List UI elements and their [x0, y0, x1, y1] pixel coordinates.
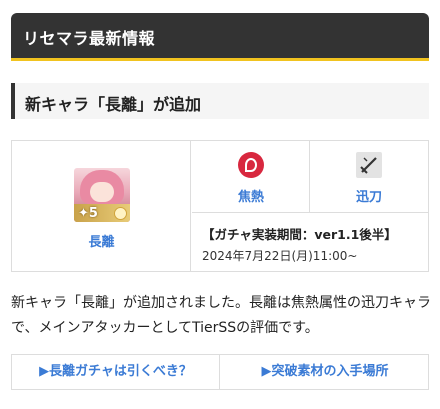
attribute-label[interactable]: 焦熱 — [192, 186, 310, 205]
sub-heading-text: 新キャラ「長離」が追加 — [25, 95, 202, 114]
character-portrait[interactable]: ✦5 — [74, 168, 130, 222]
gacha-period: 【ガチャ実装期間：ver1.1後半】 — [202, 227, 397, 242]
attribute-badge-icon — [114, 207, 127, 220]
weapon-label[interactable]: 迅刀 — [310, 186, 428, 205]
rarity-star-count: ✦5 — [78, 206, 98, 221]
character-info-table: ✦5 長離 焦熱 迅刀 【ガチャ実装期間：ver1.1後半】 2024年7月22… — [11, 140, 429, 272]
sword-weapon-icon — [356, 152, 382, 178]
weapon-cell[interactable]: 迅刀 — [310, 141, 428, 213]
fire-attribute-icon — [238, 152, 264, 178]
section-header: リセマラ最新情報 — [11, 13, 429, 61]
description-text: 新キャラ「長離」が追加されました。長離は焦熱属性の迅刀キャラで、メインアタッカー… — [11, 295, 431, 336]
gacha-date: 2024年7月22日(月)11:00~ — [202, 249, 358, 263]
link-ascension-materials[interactable]: ▶突破素材の入手場所 — [221, 355, 429, 389]
sub-heading: 新キャラ「長離」が追加 — [11, 83, 429, 119]
character-details: 焦熱 迅刀 【ガチャ実装期間：ver1.1後半】 2024年7月22日(月)11… — [192, 141, 428, 271]
character-cell: ✦5 長離 — [12, 141, 191, 271]
link-changli-gacha[interactable]: ▶長離ガチャは引くべき？ — [12, 355, 220, 389]
attribute-cell[interactable]: 焦熱 — [192, 141, 310, 213]
related-links: ▶長離ガチャは引くべき？ ▶突破素材の入手場所 — [11, 354, 429, 390]
character-name-link[interactable]: 長離 — [12, 231, 191, 250]
section-title: リセマラ最新情報 — [23, 29, 156, 48]
